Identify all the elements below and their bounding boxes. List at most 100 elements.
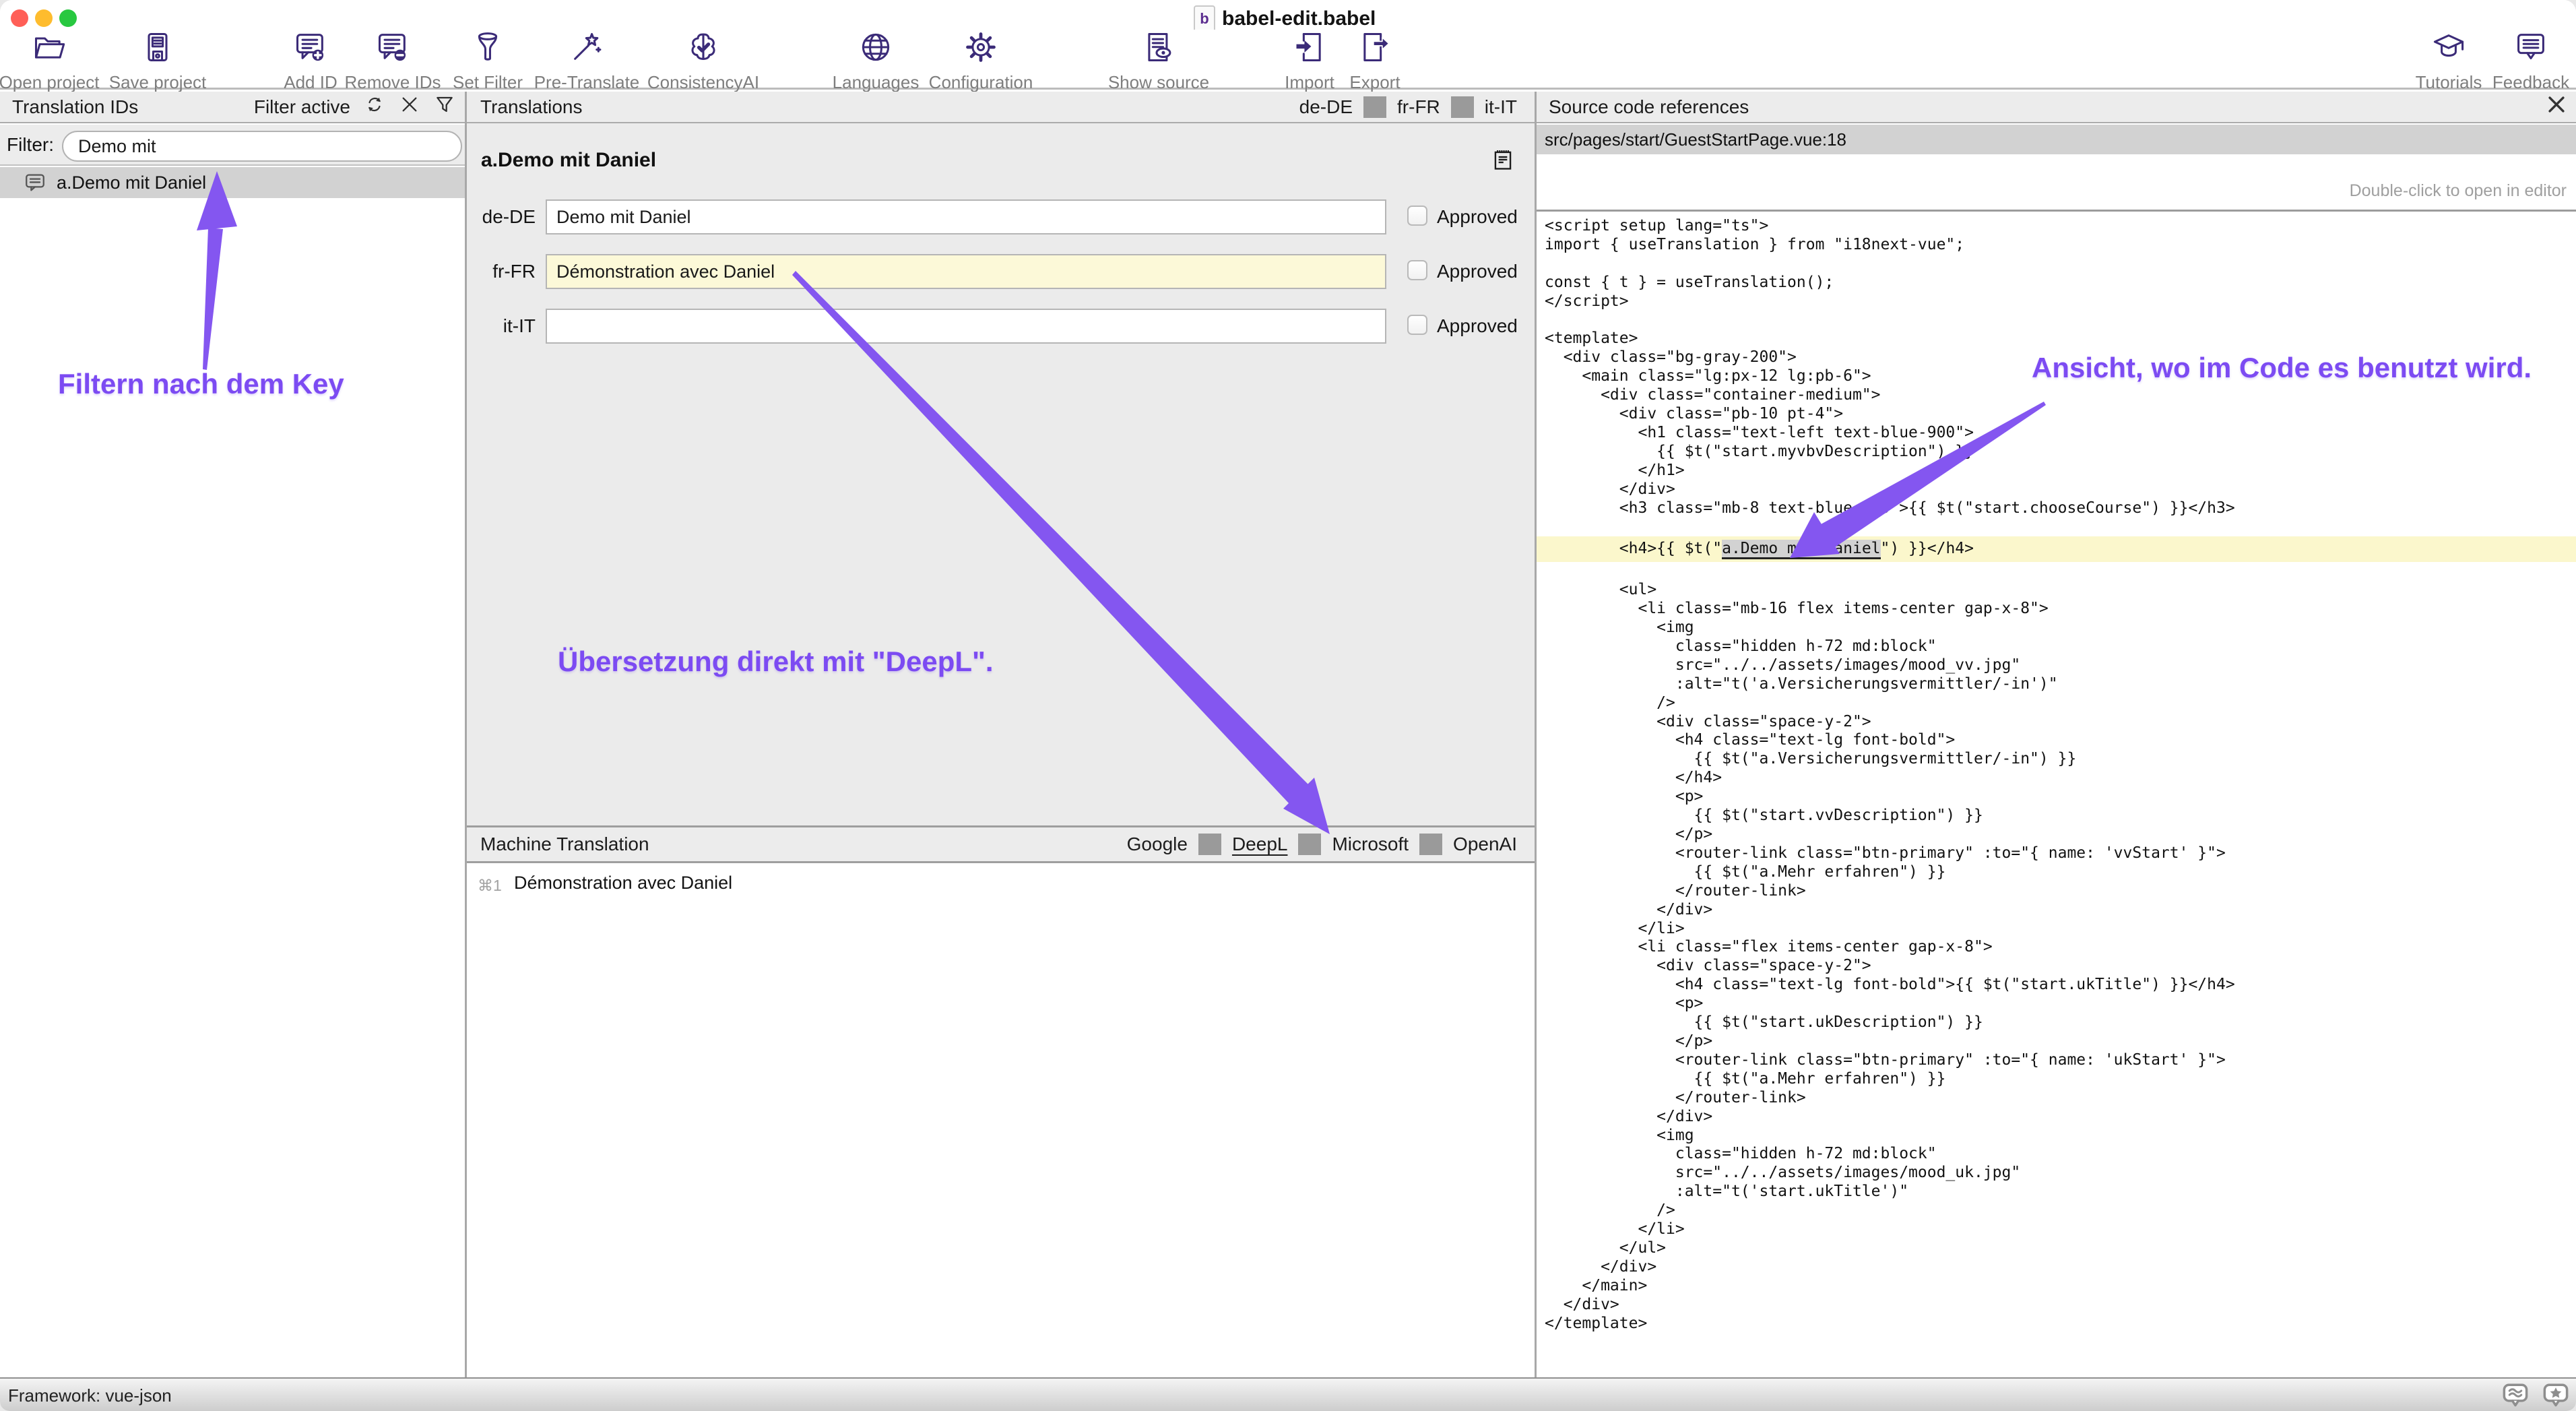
annotation-source-note: Ansicht, wo im Code es benutzt wird. [2032, 352, 2532, 384]
source-file-reference[interactable]: src/pages/start/GuestStartPage.vue:18 [1537, 125, 2576, 154]
code-line: </template> [1537, 1315, 2576, 1334]
globe-icon [858, 30, 893, 68]
notepad-icon[interactable] [1490, 146, 1516, 177]
highlighted-translation-key[interactable]: a.Demo mit Daniel [1722, 540, 1880, 559]
export-button[interactable]: Export [1297, 30, 1452, 93]
bubble-minus-icon [375, 30, 410, 68]
configuration-button[interactable]: Configuration [903, 30, 1058, 93]
code-line: </div> [1537, 1258, 2576, 1277]
zoom-window-button[interactable] [59, 9, 77, 27]
code-line: <p> [1537, 788, 2576, 807]
window-title: babel-edit.babel [1222, 7, 1376, 30]
approved-checkbox-it-IT[interactable] [1407, 315, 1427, 335]
entry-heading: a.Demo mit Daniel [481, 149, 656, 172]
code-line: class="hidden h-72 md:block" [1537, 637, 2576, 656]
code-line: <h4 class="text-lg font-bold">{{ $t("sta… [1537, 976, 2576, 995]
translation-memory-icon[interactable] [2501, 1381, 2530, 1411]
magic-wand-icon [569, 30, 604, 68]
approved-label-it-IT: Approved [1437, 315, 1518, 337]
save-project-button[interactable]: Save project [80, 30, 235, 93]
clear-filter-icon[interactable] [399, 94, 420, 120]
code-line: </div> [1537, 1296, 2576, 1315]
translation-id-list-item[interactable]: a.Demo mit Daniel [0, 167, 465, 198]
close-panel-icon[interactable] [2545, 93, 2568, 121]
code-line: <div class="space-y-2"> [1537, 713, 2576, 732]
code-line: {{ $t("a.Mehr erfahren") }} [1537, 1070, 2576, 1089]
approved-label-de-DE: Approved [1437, 206, 1518, 228]
consistency-ai-button[interactable]: ConsistencyAI [626, 30, 781, 93]
source-references-header: Source code references [1537, 92, 2576, 123]
translation-input-it-IT[interactable] [546, 309, 1386, 344]
code-line: src="../../assets/images/mood_uk.jpg" [1537, 1164, 2576, 1183]
save-icon [140, 30, 175, 68]
translation-input-fr-FR[interactable] [546, 254, 1386, 289]
code-line: <h1 class="text-left text-blue-900"> [1537, 424, 2576, 443]
toolbar: Open project Save project Add ID Remove … [0, 30, 2576, 90]
approved-checkbox-de-DE[interactable] [1407, 206, 1427, 226]
code-line: <div class="pb-10 pt-4"> [1537, 405, 2576, 424]
code-line: /> [1537, 694, 2576, 713]
translation-input-de-DE[interactable] [546, 199, 1386, 234]
toolbar-label: Show source [1108, 72, 1209, 93]
code-line: <router-link class="btn-primary" :to="{ … [1537, 844, 2576, 863]
translations-title: Translations [480, 96, 582, 118]
lang-label-de-DE: de-DE [467, 206, 536, 228]
filter-input[interactable] [62, 131, 462, 162]
approved-label-fr-FR: Approved [1437, 261, 1518, 282]
provider-google[interactable]: Google [1116, 834, 1198, 855]
lang-label-fr-FR: fr-FR [467, 261, 536, 282]
lang-label-it-IT: it-IT [467, 315, 536, 337]
export-icon [1357, 30, 1392, 68]
code-line: </p> [1537, 825, 2576, 844]
provider-openai[interactable]: OpenAI [1442, 834, 1528, 855]
code-line: </li> [1537, 920, 2576, 939]
code-line: {{ $t("start.myvbvDescription") }} [1537, 443, 2576, 462]
refresh-filter-icon[interactable] [364, 94, 385, 120]
mt-suggestion-row[interactable]: ⌘1 Démonstration avec Daniel [467, 871, 1535, 901]
rate-app-icon[interactable] [2541, 1381, 2571, 1411]
code-line: </div> [1537, 480, 2576, 499]
provider-microsoft[interactable]: Microsoft [1321, 834, 1419, 855]
tab-de-DE[interactable]: de-DE [1289, 96, 1363, 118]
source-references-title: Source code references [1549, 96, 1749, 118]
funnel-icon [470, 30, 505, 68]
annotation-deepl-note: Übersetzung direkt mit "DeepL". [558, 646, 994, 678]
code-line: :alt="t('start.ukTitle')" [1537, 1183, 2576, 1201]
code-line: <router-link class="btn-primary" :to="{ … [1537, 1051, 2576, 1070]
toolbar-label: Configuration [929, 72, 1033, 93]
gear-icon [963, 30, 998, 68]
code-line: <div class="container-medium"> [1537, 386, 2576, 405]
translations-header: Translations de-DE fr-FR it-IT [467, 92, 1535, 123]
comment-bubble-icon [23, 171, 47, 194]
approved-checkbox-fr-FR[interactable] [1407, 260, 1427, 280]
translation-row-fr-FR: fr-FR Approved [467, 254, 1535, 289]
translation-row-it-IT: it-IT Approved [467, 309, 1535, 344]
code-line-highlighted: <h4>{{ $t("a.Demo mit Daniel") }}</h4> [1537, 536, 2576, 562]
mt-shortcut-badge: ⌘1 [478, 877, 502, 895]
mt-suggestion-text: Démonstration avec Daniel [514, 873, 732, 893]
filter-settings-icon[interactable] [434, 94, 455, 120]
provider-deepl[interactable]: DeepL [1221, 834, 1299, 855]
titlebar: b babel-edit.babel [0, 0, 2576, 30]
feedback-bubble-icon [2513, 30, 2548, 68]
toolbar-label: ConsistencyAI [647, 72, 759, 93]
translation-ids-header: Translation IDs Filter active [0, 92, 465, 123]
code-line: </h1> [1537, 462, 2576, 480]
filter-active-status: Filter active [254, 96, 350, 118]
tab-it-IT[interactable]: it-IT [1474, 96, 1528, 118]
show-source-button[interactable]: Show source [1081, 30, 1236, 93]
code-line: <template> [1537, 330, 2576, 348]
code-line: <img [1537, 1127, 2576, 1146]
code-line: <ul> [1537, 581, 2576, 600]
code-line: </router-link> [1537, 1089, 2576, 1108]
translation-ids-title: Translation IDs [12, 96, 138, 118]
toolbar-label: Feedback [2492, 72, 2569, 93]
minimize-window-button[interactable] [35, 9, 53, 27]
code-line: </router-link> [1537, 882, 2576, 901]
feedback-button[interactable]: Feedback [2453, 30, 2576, 93]
close-window-button[interactable] [11, 9, 28, 27]
translations-body: a.Demo mit Daniel de-DE Approved fr-FR A… [467, 123, 1535, 825]
tab-fr-FR[interactable]: fr-FR [1386, 96, 1451, 118]
code-line: {{ $t("a.Versicherungsvermittler/-in") }… [1537, 750, 2576, 769]
code-line: </script> [1537, 292, 2576, 311]
